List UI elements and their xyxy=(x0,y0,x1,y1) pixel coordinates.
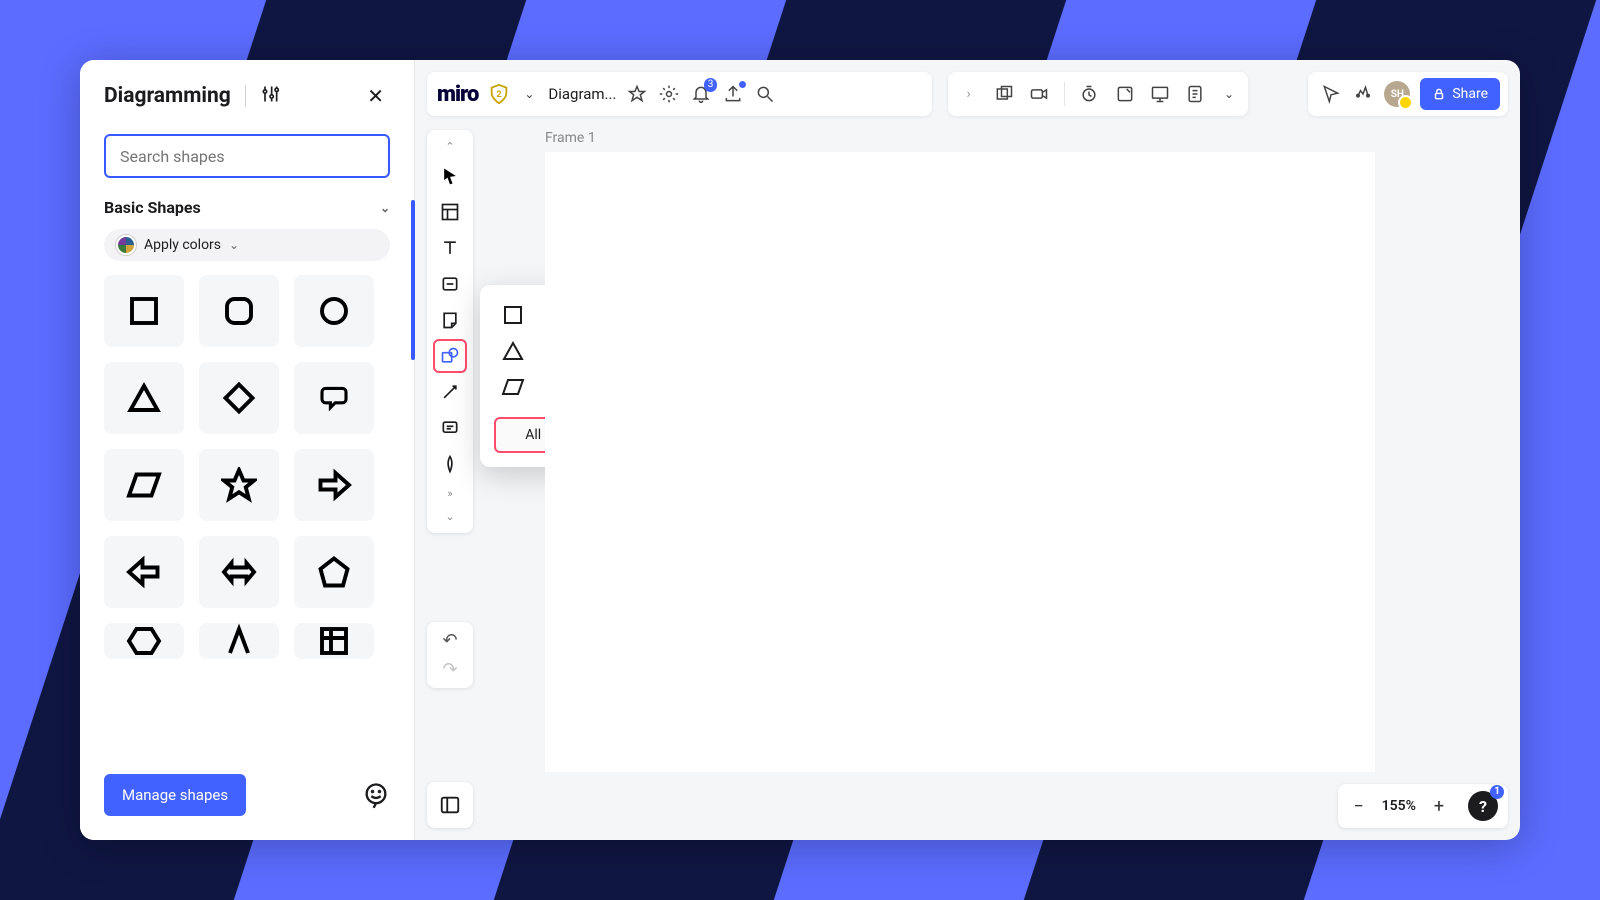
color-wheel-icon xyxy=(116,235,136,255)
app-window: Diagramming ✕ Basic Shapes ⌄ Apply color… xyxy=(80,60,1520,840)
search-input[interactable] xyxy=(104,134,390,178)
tool-templates[interactable] xyxy=(433,195,467,229)
notes-icon[interactable] xyxy=(1185,83,1206,105)
lock-icon xyxy=(1432,87,1446,101)
help-button[interactable]: ?1 xyxy=(1468,791,1498,821)
tool-shapes[interactable] xyxy=(433,339,467,373)
settings-gear-icon[interactable] xyxy=(658,83,680,105)
notif-badge: 3 xyxy=(704,78,718,92)
zoom-toolbar: − 155% + ?1 xyxy=(1338,784,1508,828)
share-label: Share xyxy=(1452,86,1488,102)
close-icon[interactable]: ✕ xyxy=(361,78,390,114)
popup-shape-parallelogram[interactable] xyxy=(501,375,525,403)
user-avatar[interactable]: SH xyxy=(1384,81,1410,107)
sidebar-title: Diagramming xyxy=(104,84,231,108)
export-dot xyxy=(739,81,746,88)
shape-speech-bubble[interactable] xyxy=(294,362,374,434)
tool-note[interactable] xyxy=(433,303,467,337)
section-basic-shapes[interactable]: Basic Shapes ⌄ xyxy=(80,188,414,223)
settings-sliders-icon[interactable] xyxy=(260,84,280,109)
chevron-down-icon: ⌄ xyxy=(229,238,239,252)
shape-grid xyxy=(80,271,414,659)
more-chevron-icon[interactable]: ⌄ xyxy=(1220,87,1238,101)
tool-comment[interactable] xyxy=(433,411,467,445)
scrollbar[interactable] xyxy=(411,200,415,360)
board-name[interactable]: Diagram... xyxy=(548,85,616,103)
video-icon[interactable] xyxy=(1029,83,1050,105)
help-badge: 1 xyxy=(1490,785,1504,799)
apply-colors-button[interactable]: Apply colors ⌄ xyxy=(104,229,390,261)
section-label: Basic Shapes xyxy=(104,198,201,217)
top-toolbar-main: miro 2 ⌄ Diagram... 3 xyxy=(427,72,932,116)
chevron-right-icon[interactable]: › xyxy=(958,83,979,105)
divider xyxy=(245,85,246,107)
share-button[interactable]: Share xyxy=(1420,78,1500,110)
miro-logo[interactable]: miro xyxy=(437,82,478,107)
history-toolbar: ↶ ↷ xyxy=(427,622,473,688)
export-icon[interactable] xyxy=(722,83,744,105)
apply-colors-label: Apply colors xyxy=(144,237,221,253)
popup-shape-square[interactable] xyxy=(501,303,525,331)
more-tools-icon[interactable]: » xyxy=(443,483,456,504)
notifications-bell-icon[interactable]: 3 xyxy=(690,83,712,105)
shape-pentagon[interactable] xyxy=(294,536,374,608)
tool-pen[interactable] xyxy=(433,447,467,481)
tool-connector[interactable] xyxy=(433,375,467,409)
shape-triangle[interactable] xyxy=(104,362,184,434)
shape-rounded-square[interactable] xyxy=(199,275,279,347)
zoom-percent[interactable]: 155% xyxy=(1382,798,1416,814)
feedback-icon[interactable] xyxy=(362,781,390,809)
shape-hexagon[interactable] xyxy=(104,623,184,659)
shape-arrow-left[interactable] xyxy=(104,536,184,608)
shape-diamond[interactable] xyxy=(199,362,279,434)
tool-strip: ⌃ » ⌄ xyxy=(427,130,473,533)
present-icon[interactable] xyxy=(1149,83,1170,105)
shape-parallelogram[interactable] xyxy=(104,449,184,521)
plan-shield-icon[interactable]: 2 xyxy=(488,83,510,105)
shape-arrow-right[interactable] xyxy=(294,449,374,521)
shape-square[interactable] xyxy=(104,275,184,347)
panels-toggle[interactable] xyxy=(427,782,473,828)
redo-button[interactable]: ↷ xyxy=(442,659,457,680)
popup-shape-triangle[interactable] xyxy=(501,339,525,367)
frame-label[interactable]: Frame 1 xyxy=(545,130,596,146)
separator xyxy=(1064,82,1065,106)
frames-icon[interactable] xyxy=(993,83,1014,105)
timer-icon[interactable] xyxy=(1079,83,1100,105)
shape-star[interactable] xyxy=(199,449,279,521)
collapse-icon[interactable]: ⌃ xyxy=(441,136,458,157)
manage-shapes-button[interactable]: Manage shapes xyxy=(104,774,246,816)
top-toolbar-share: SH Share xyxy=(1308,72,1508,116)
star-icon[interactable] xyxy=(626,83,648,105)
shape-partial-a[interactable] xyxy=(199,623,279,659)
reactions-icon[interactable] xyxy=(1352,83,1374,105)
chevron-down-icon: ⌄ xyxy=(380,201,390,215)
board-menu-chevron-icon[interactable]: ⌄ xyxy=(520,87,538,101)
zoom-in-button[interactable]: + xyxy=(1428,796,1450,817)
canvas[interactable]: Frame 1 xyxy=(545,130,1508,770)
svg-text:2: 2 xyxy=(497,90,502,100)
search-icon[interactable] xyxy=(754,83,776,105)
shape-arrow-bidirectional[interactable] xyxy=(199,536,279,608)
frame-1[interactable] xyxy=(545,152,1375,772)
shape-partial-b[interactable] xyxy=(294,623,374,659)
zoom-out-button[interactable]: − xyxy=(1348,796,1370,817)
tool-sticky[interactable] xyxy=(433,267,467,301)
cursor-follow-icon[interactable] xyxy=(1320,83,1342,105)
tool-select[interactable] xyxy=(433,159,467,193)
tool-text[interactable] xyxy=(433,231,467,265)
top-toolbar-present: › ⌄ xyxy=(948,72,1248,116)
chevron-down-icon[interactable]: ⌄ xyxy=(441,506,458,527)
shape-circle[interactable] xyxy=(294,275,374,347)
undo-button[interactable]: ↶ xyxy=(442,630,457,651)
diagramming-sidebar: Diagramming ✕ Basic Shapes ⌄ Apply color… xyxy=(80,60,415,840)
voting-icon[interactable] xyxy=(1114,83,1135,105)
